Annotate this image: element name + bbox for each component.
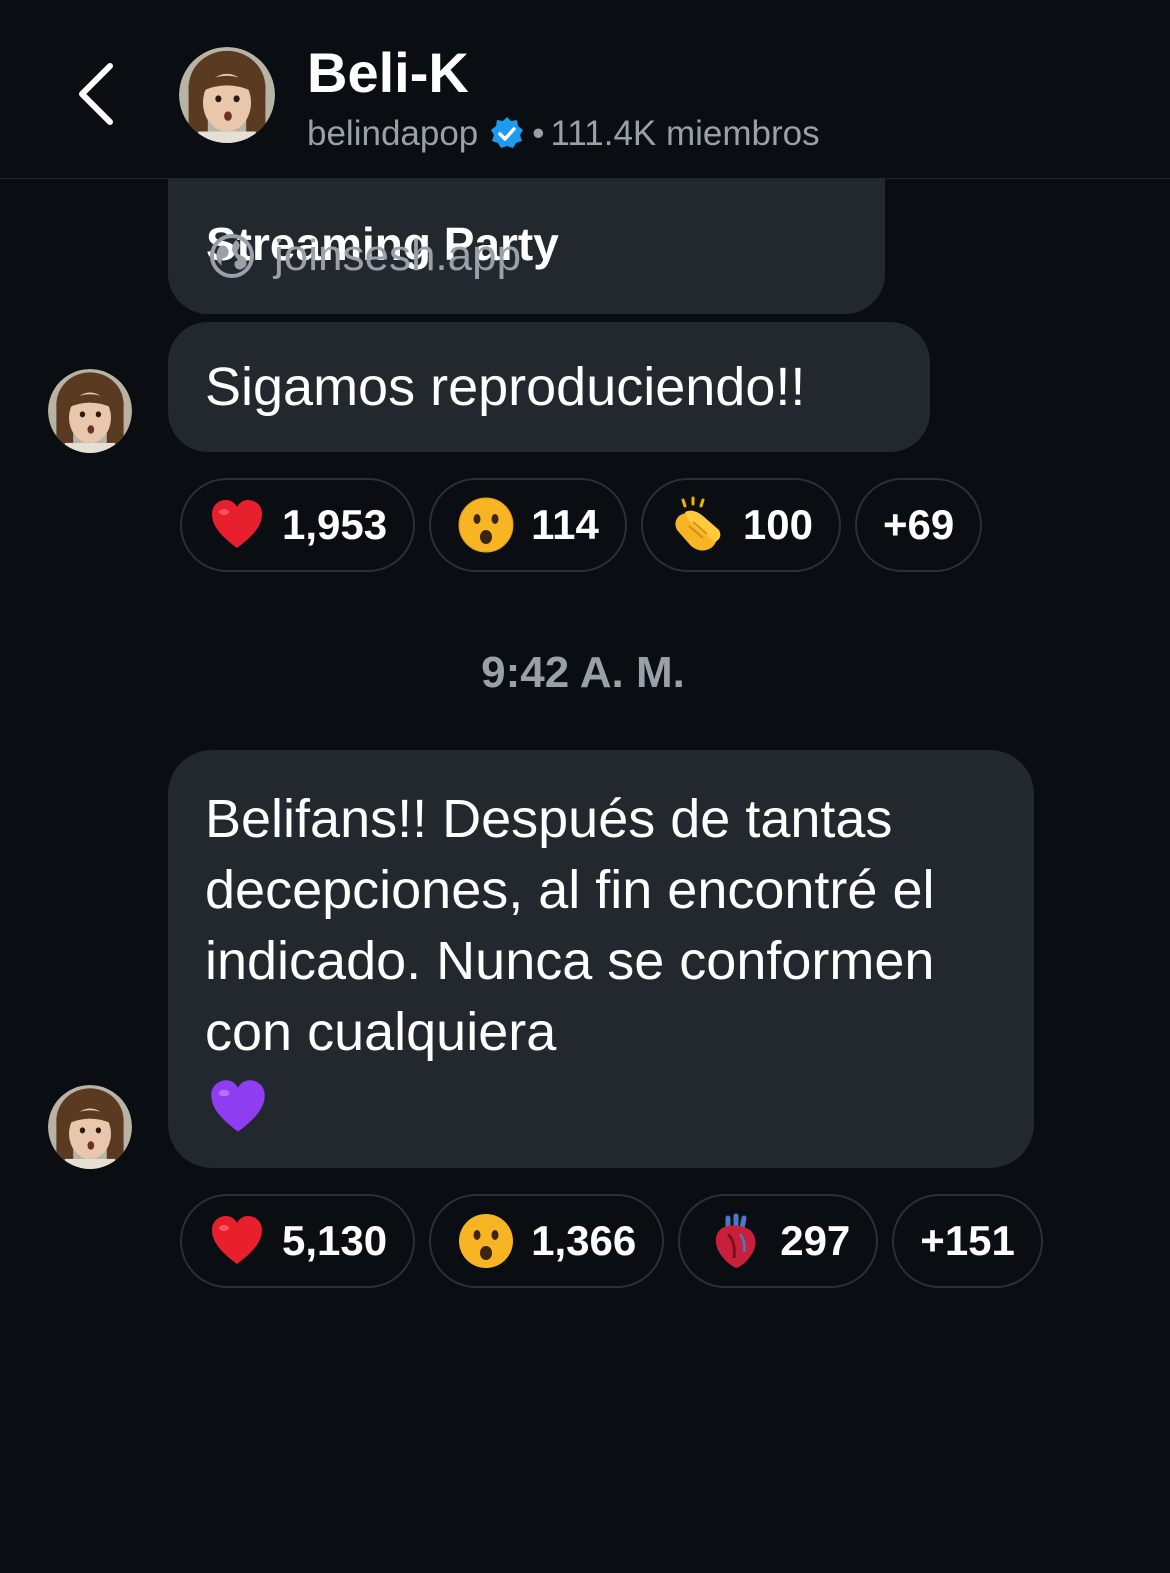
message-text: Belifans!! Después de tantas decepciones… [205,789,935,1062]
reaction-count: 297 [780,1217,851,1264]
channel-meta: belindapop • 111.4K miembros [307,112,820,156]
globe-icon [210,234,254,278]
avatar[interactable] [48,1085,132,1169]
channel-handle: belindapop [307,114,479,153]
hushed-face-icon [458,497,514,553]
channel-avatar[interactable] [179,47,275,143]
link-preview-domain: joinsesh.app [208,230,521,282]
channel-title[interactable]: Beli-K [307,40,469,106]
reaction-count: 1,953 [282,501,388,548]
reaction-count: 114 [531,501,599,548]
reaction-more[interactable]: +151 [892,1194,1043,1288]
link-preview-domain-text: joinsesh.app [274,231,522,280]
reaction-more-count: +69 [882,501,955,548]
reaction-count: 100 [742,501,813,548]
reaction-red-heart[interactable]: 5,130 [180,1194,416,1288]
reaction-anatomical-heart[interactable]: 297 [678,1194,879,1288]
chat-scroll-area[interactable]: Streaming Party joinsesh.app Sigamos rep… [0,0,1170,1573]
verified-badge-icon [491,117,524,148]
anatomical-heart-icon [715,1213,756,1268]
red-heart-icon [212,500,262,548]
channel-header: Beli-K belindapop • 111.4K miembros [0,0,1170,179]
reaction-more[interactable]: +69 [854,478,983,572]
reaction-bar: 1,953 114 100 +69 [180,478,983,572]
timestamp: 9:42 A. M. [481,648,685,697]
red-heart-icon [212,1216,262,1264]
reaction-clapping-hands[interactable]: 100 [640,478,841,572]
reaction-hushed-face[interactable]: 114 [429,478,627,572]
hushed-face-icon [459,1214,514,1268]
reaction-count: 5,130 [282,1217,388,1264]
back-chevron-icon[interactable] [70,58,126,130]
reaction-red-heart[interactable]: 1,953 [180,478,416,572]
reaction-count: 1,366 [531,1217,637,1264]
meta-separator: • [532,114,545,153]
avatar[interactable] [48,369,132,453]
reaction-more-count: +151 [920,1217,1015,1264]
reaction-hushed-face[interactable]: 1,366 [429,1194,665,1288]
reaction-bar: 5,130 1,366 297 +151 [180,1194,1043,1288]
message-bubble[interactable]: Belifans!! Después de tantas decepciones… [168,750,1034,1168]
member-count: 111.4K miembros [550,114,820,153]
message-text: Sigamos reproduciendo!! [205,357,806,417]
message-bubble[interactable]: Sigamos reproduciendo!! [168,322,930,452]
clapping-hands-icon [675,496,721,551]
purple-heart-icon [211,1080,265,1132]
